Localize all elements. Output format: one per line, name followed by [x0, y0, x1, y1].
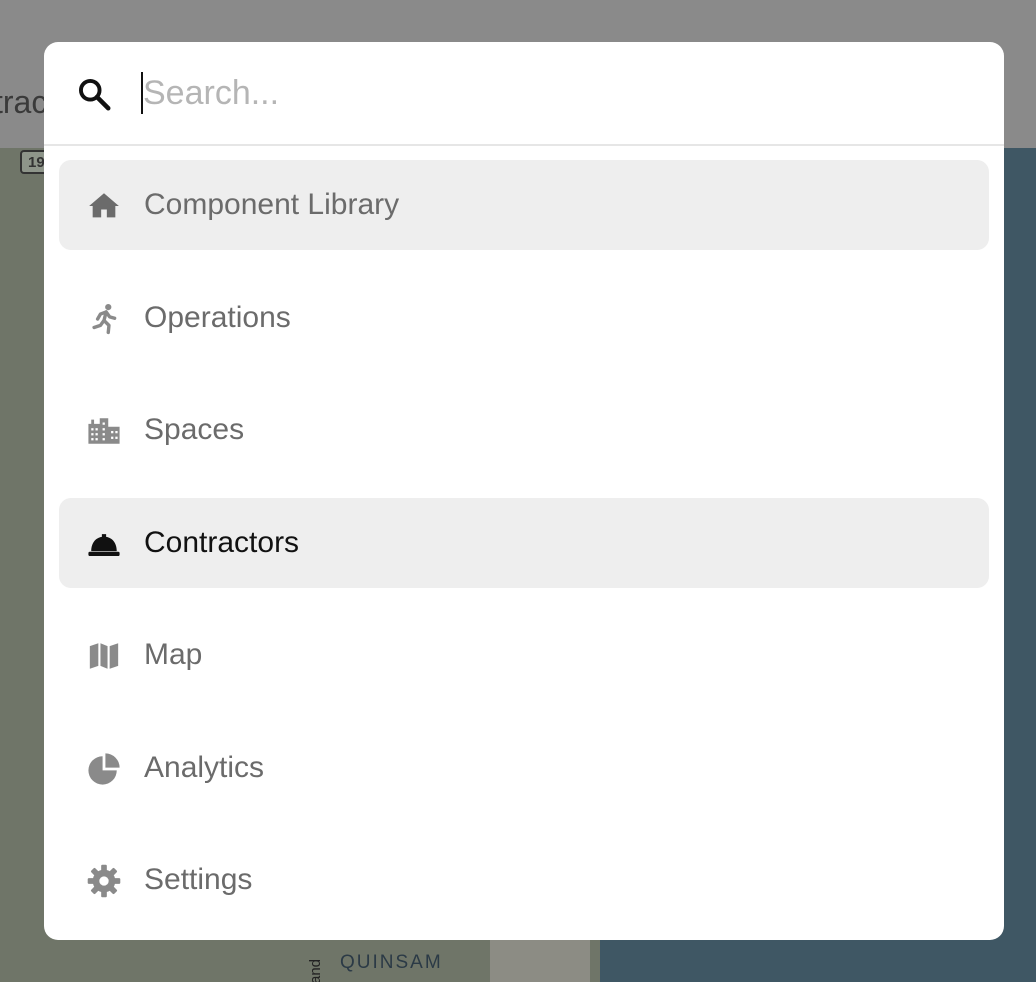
search-bar — [44, 42, 1004, 146]
buildings-icon — [88, 418, 120, 444]
menu-item-map[interactable]: Map — [59, 610, 989, 700]
menu-item-label: Analytics — [144, 750, 265, 784]
menu-item-component-library[interactable]: Component Library — [59, 160, 989, 250]
menu-item-operations[interactable]: Operations — [59, 273, 989, 363]
menu-item-label: Map — [144, 638, 203, 671]
menu-item-settings[interactable]: Settings — [59, 835, 989, 925]
menu-item-analytics[interactable]: Analytics — [59, 723, 989, 813]
menu-item-label: Spaces — [144, 413, 245, 446]
search-icon — [79, 79, 111, 111]
pie-chart-icon — [88, 752, 120, 785]
menu-item-label: Settings — [144, 863, 253, 896]
home-icon — [89, 193, 119, 218]
background-header-text: trac — [0, 84, 48, 120]
menu-item-label: Component Library — [144, 188, 400, 221]
menu-item-label: Contractors — [144, 525, 300, 559]
command-palette: Component Library Operations — [44, 42, 1004, 940]
menu-item-contractors[interactable]: Contractors — [59, 497, 989, 588]
map-icon — [89, 643, 119, 669]
background-map-block — [490, 940, 590, 982]
navigation-menu: Component Library Operations Spaces Cont… — [59, 160, 989, 940]
gear-icon — [87, 864, 121, 898]
road-label: and — [307, 958, 324, 982]
menu-item-label: Operations — [144, 300, 291, 334]
search-input[interactable] — [141, 70, 963, 116]
running-person-icon — [92, 303, 117, 334]
map-place-label: QUINSAM — [340, 952, 443, 973]
hard-hat-icon — [88, 533, 120, 556]
text-caret — [141, 72, 143, 114]
menu-item-spaces[interactable]: Spaces — [59, 385, 989, 475]
